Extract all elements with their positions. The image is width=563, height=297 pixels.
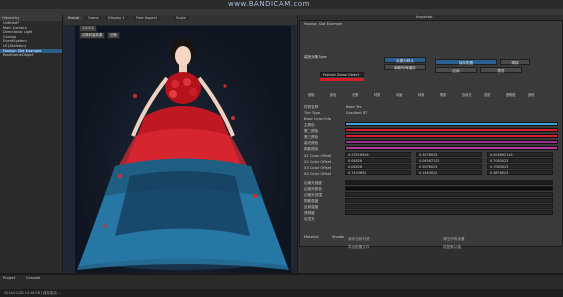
- display-select[interactable]: Display 1: [105, 16, 128, 20]
- property-label: 透明度: [304, 211, 315, 215]
- component-title: Fashion Slot Example: [304, 22, 343, 26]
- color-label: 阴影颜色: [304, 147, 319, 151]
- foot-option[interactable]: 导出配置文件: [348, 245, 370, 250]
- aspect-select[interactable]: Free Aspect: [133, 16, 160, 20]
- property-field[interactable]: [345, 186, 553, 191]
- category-tab[interactable]: 发射: [484, 92, 490, 97]
- vector-x[interactable]: 0.04826: [345, 158, 411, 163]
- vector-label: X2 Color Offset: [304, 160, 332, 164]
- save-config-button[interactable]: 保存配置: [435, 59, 497, 65]
- hierarchy-tab[interactable]: Hierarchy: [0, 16, 19, 20]
- status-bar: 2024/11/28 14:16:28 | 保存成功 ...: [0, 289, 563, 297]
- property-label: 反射强度: [304, 205, 319, 209]
- row-value[interactable]: Base Tex: [346, 105, 362, 110]
- row-label: 材质名称: [304, 105, 319, 109]
- category-tab[interactable]: 阴影: [440, 92, 446, 97]
- category-tab[interactable]: 颜色: [330, 92, 336, 97]
- scene-view: Scene Game Display 1 Free Aspect Scale 1…: [63, 15, 297, 273]
- switch-outfit-button[interactable]: 切换时装效果: [79, 32, 106, 39]
- property-slider[interactable]: [345, 192, 553, 197]
- property-label: 阴影强度: [304, 199, 319, 203]
- property-label: 边缘光强度: [304, 181, 322, 185]
- tab-project[interactable]: Project: [3, 276, 15, 280]
- refresh-cache-button[interactable]: 刷新所有缓存: [384, 64, 426, 70]
- foot-option[interactable]: 清空所有设置: [443, 237, 465, 242]
- property-slider[interactable]: [345, 210, 553, 215]
- vector-z[interactable]: 0.004892144: [487, 152, 553, 157]
- property-slider[interactable]: [345, 198, 553, 203]
- watermark: www.BANDICAM.com: [228, 0, 310, 8]
- section-label: Base Color Info: [304, 117, 332, 121]
- vector-label: X1 Color Offset: [304, 154, 332, 158]
- tab-scene[interactable]: Scene: [65, 16, 82, 20]
- source-type-dropdown[interactable]: Fashion Game Object: [320, 72, 364, 77]
- color-field[interactable]: [345, 140, 558, 144]
- row-value[interactable]: Gradient RT: [346, 111, 367, 116]
- scene-header: Scene Game Display 1 Free Aspect Scale: [63, 15, 297, 25]
- property-label: 自发光: [304, 217, 315, 221]
- color-field[interactable]: [345, 146, 558, 150]
- category-tab[interactable]: 其他: [528, 92, 534, 97]
- color-field[interactable]: [345, 122, 558, 126]
- tab-game[interactable]: Game: [85, 16, 102, 20]
- material-foot-label: Material: [304, 235, 319, 239]
- version-button[interactable]: 1.0.0.1: [79, 25, 97, 32]
- vector-y[interactable]: 0.3078023: [416, 152, 482, 157]
- character-illustration: [77, 38, 289, 270]
- category-tab[interactable]: 透明度: [506, 92, 516, 97]
- hierarchy-panel: Hierarchy Untitled* Main Camera Directio…: [0, 15, 63, 273]
- vector-y[interactable]: 0.04567132: [416, 158, 482, 163]
- color-label: 高光颜色: [304, 141, 319, 145]
- category-tab[interactable]: 光照: [352, 92, 358, 97]
- color-field[interactable]: [345, 134, 558, 138]
- color-label: 主颜色: [304, 123, 315, 127]
- property-label: 边缘光范围: [304, 193, 322, 197]
- vector-label: X3 Color Offset: [304, 166, 332, 170]
- switch-button[interactable]: 切换: [107, 32, 120, 39]
- property-slider[interactable]: [345, 204, 553, 209]
- category-tab[interactable]: 边缘光: [462, 92, 472, 97]
- category-tab[interactable]: 材质: [374, 92, 380, 97]
- shader-foot-label: Shader: [332, 235, 345, 239]
- category-tab[interactable]: 动画: [396, 92, 402, 97]
- foot-option[interactable]: 保存当前材质: [348, 237, 370, 242]
- category-tab[interactable]: 基础: [308, 92, 314, 97]
- tab-console[interactable]: Console: [26, 276, 40, 280]
- vector-label: X4 Color Offset: [304, 172, 332, 176]
- console-panel: Project Console: [0, 274, 563, 290]
- category-tab-row: 基础 颜色 光照 材质 动画 特效 阴影 边缘光 发射 透明度 其他: [308, 92, 558, 97]
- vector-y[interactable]: 0.1483022: [416, 170, 482, 175]
- category-tab[interactable]: 特效: [418, 92, 424, 97]
- property-label: 边缘光颜色: [304, 187, 322, 191]
- vector-z[interactable]: 0.3878023: [487, 170, 553, 175]
- game-canvas[interactable]: [75, 26, 291, 273]
- vector-z[interactable]: 0.7083023: [487, 164, 553, 169]
- vector-x[interactable]: 0.23318926: [345, 152, 411, 157]
- color-field[interactable]: [345, 128, 558, 132]
- color-label: 第二颜色: [304, 129, 319, 133]
- color-label: 第三颜色: [304, 135, 319, 139]
- row-label: Tint Type: [304, 111, 321, 115]
- scale-slider[interactable]: Scale: [173, 16, 189, 20]
- property-field[interactable]: [345, 180, 553, 185]
- vector-y[interactable]: 0.3078023: [416, 164, 482, 169]
- inspector-tab[interactable]: Inspector: [416, 15, 433, 19]
- foot-option[interactable]: 恢复默认值: [443, 245, 461, 250]
- preview-button[interactable]: 预览: [480, 67, 522, 73]
- set-default-button[interactable]: 设置为默认: [384, 57, 426, 63]
- vector-x[interactable]: 0.04826: [345, 164, 411, 169]
- clear-button[interactable]: 清除: [500, 59, 530, 65]
- vector-z[interactable]: 0.7083023: [487, 158, 553, 163]
- hierarchy-item[interactable]: RootGameObject: [0, 53, 62, 58]
- source-type-label: 装扮对象Type: [304, 55, 327, 59]
- vector-x[interactable]: 0.7433892: [345, 170, 411, 175]
- apply-button[interactable]: 应用: [435, 67, 477, 73]
- selection-underline: [320, 78, 364, 81]
